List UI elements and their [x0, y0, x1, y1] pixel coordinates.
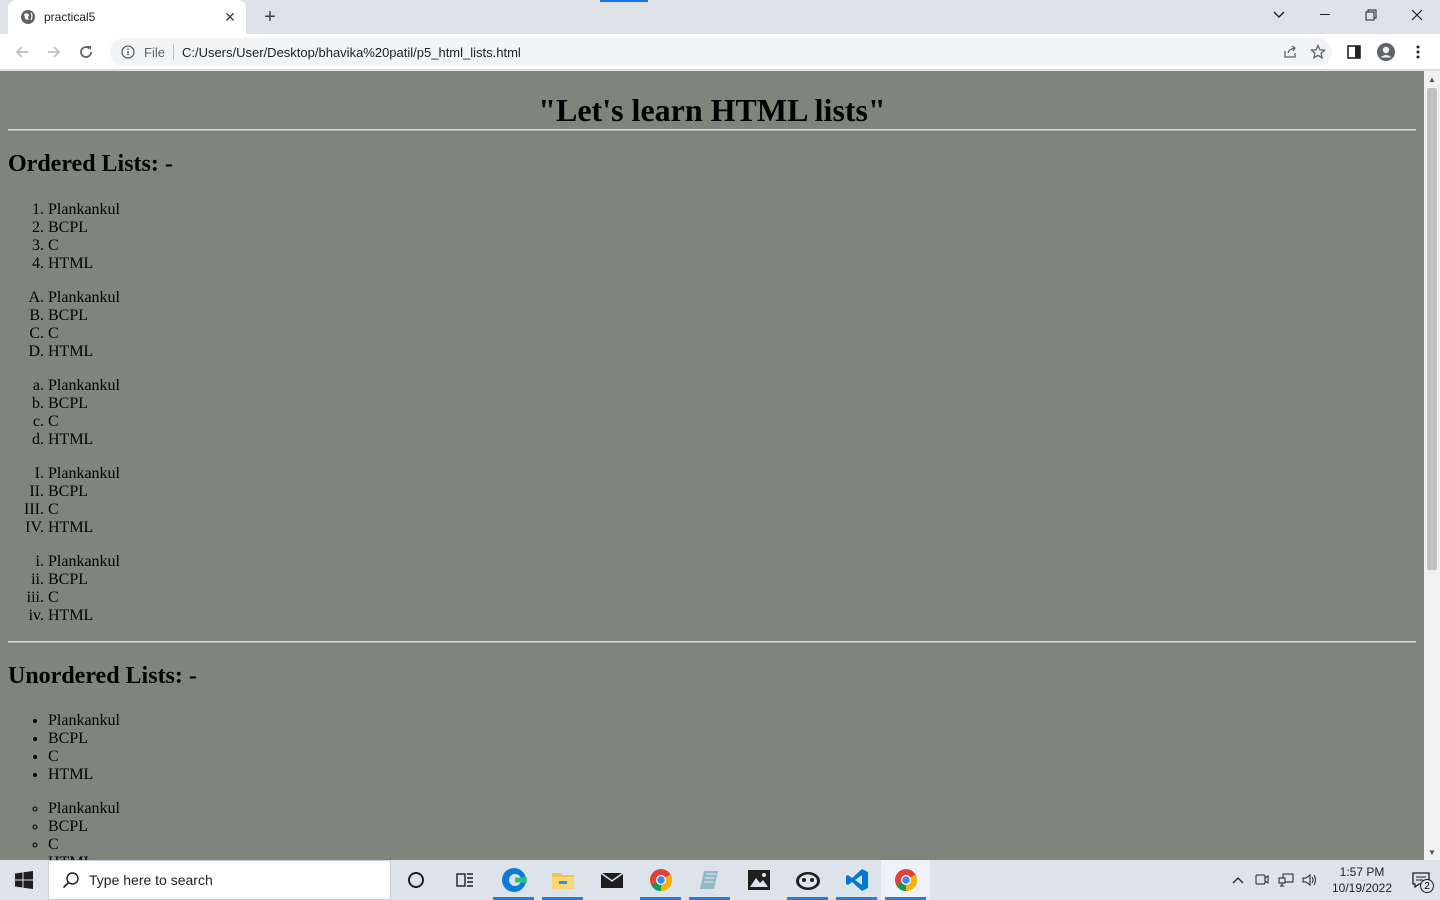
restore-button[interactable]	[1348, 0, 1394, 30]
ordered-list: PlankankulBCPLCHTML	[8, 201, 1416, 273]
url-scheme-label: File	[144, 44, 165, 60]
clock-time: 1:57 PM	[1339, 865, 1385, 879]
list-item: Plankankul	[48, 377, 1416, 395]
scroll-down-arrow-icon[interactable]: ▼	[1424, 844, 1440, 860]
chrome-active-icon[interactable]	[881, 860, 930, 900]
list-item: C	[48, 413, 1416, 431]
list-item: Plankankul	[48, 800, 1416, 818]
ordered-lists: PlankankulBCPLCHTMLPlankankulBCPLCHTMLPl…	[8, 201, 1416, 625]
game-app-icon[interactable]	[783, 860, 832, 900]
forward-arrow-icon[interactable]	[40, 38, 68, 66]
minimize-button[interactable]	[1302, 0, 1348, 30]
list-item: Plankankul	[48, 465, 1416, 483]
list-item: C	[48, 836, 1416, 854]
list-item: BCPL	[48, 307, 1416, 325]
side-panel-icon[interactable]	[1340, 38, 1368, 66]
list-item: HTML	[48, 255, 1416, 273]
system-tray: 1:57 PM 10/19/2022 2	[1226, 860, 1440, 900]
menu-kebab-icon[interactable]	[1404, 38, 1432, 66]
taskbar-search-box[interactable]: Type here to search	[48, 860, 391, 900]
list-item: Plankankul	[48, 712, 1416, 730]
list-item: BCPL	[48, 818, 1416, 836]
chevron-up-icon[interactable]	[1226, 860, 1250, 900]
list-item: Plankankul	[48, 201, 1416, 219]
list-item: BCPL	[48, 571, 1416, 589]
close-window-button[interactable]	[1394, 0, 1440, 30]
search-placeholder: Type here to search	[89, 872, 213, 888]
clock[interactable]: 1:57 PM 10/19/2022	[1328, 864, 1396, 896]
list-item: HTML	[48, 766, 1416, 784]
omnibox-divider	[172, 44, 174, 60]
back-arrow-icon[interactable]	[8, 38, 36, 66]
notepad-app-icon[interactable]	[685, 860, 734, 900]
list-item: Plankankul	[48, 553, 1416, 571]
list-item: BCPL	[48, 395, 1416, 413]
volume-icon[interactable]	[1298, 860, 1322, 900]
tab-title: practical5	[44, 10, 96, 24]
edge-browser-icon[interactable]	[489, 860, 538, 900]
list-item: BCPL	[48, 483, 1416, 501]
horizontal-rule	[8, 129, 1416, 131]
new-tab-button[interactable]: +	[258, 6, 282, 28]
page-title: "Let's learn HTML lists"	[538, 92, 886, 128]
task-view-icon[interactable]	[440, 860, 489, 900]
page-viewport: "Let's learn HTML lists" Ordered Lists: …	[0, 71, 1424, 860]
browser-tab[interactable]: practical5 ✕	[8, 0, 246, 34]
notification-count-badge: 2	[1420, 879, 1434, 893]
browser-toolbar: File C:/Users/User/Desktop/bhavika%20pat…	[0, 34, 1440, 70]
meet-now-icon[interactable]	[1250, 860, 1274, 900]
list-item: C	[48, 237, 1416, 255]
url-text[interactable]: C:/Users/User/Desktop/bhavika%20patil/p5…	[182, 45, 1276, 60]
tab-strip: practical5 ✕ +	[0, 0, 1440, 34]
list-item: Plankankul	[48, 289, 1416, 307]
ordered-lists-heading: Ordered Lists: -	[8, 151, 173, 177]
page-content: "Let's learn HTML lists" Ordered Lists: …	[0, 92, 1424, 860]
reload-icon[interactable]	[72, 38, 100, 66]
list-item: HTML	[48, 431, 1416, 449]
list-item: HTML	[48, 607, 1416, 625]
vertical-scrollbar[interactable]: ▲ ▼	[1424, 71, 1440, 860]
windows-taskbar: Type here to search 1:57 PM 10/19/2022 2	[0, 860, 1440, 900]
list-item: BCPL	[48, 219, 1416, 237]
tab-close-icon[interactable]: ✕	[220, 7, 240, 27]
address-bar[interactable]: File C:/Users/User/Desktop/bhavika%20pat…	[110, 38, 1332, 66]
file-explorer-icon[interactable]	[538, 860, 587, 900]
list-item: BCPL	[48, 730, 1416, 748]
mail-icon[interactable]	[587, 860, 636, 900]
profile-avatar-icon[interactable]	[1372, 38, 1400, 66]
globe-icon	[20, 9, 36, 25]
list-item: C	[48, 589, 1416, 607]
cortana-icon[interactable]	[391, 860, 440, 900]
vscode-icon[interactable]	[832, 860, 881, 900]
ordered-list: PlankankulBCPLCHTML	[8, 289, 1416, 361]
unordered-list: PlankankulBCPLCHTML	[8, 712, 1416, 784]
chrome-icon[interactable]	[636, 860, 685, 900]
ordered-list: PlankankulBCPLCHTML	[8, 377, 1416, 449]
network-icon[interactable]	[1274, 860, 1298, 900]
unordered-list: PlankankulBCPLCHTML	[8, 800, 1416, 860]
bookmark-star-icon[interactable]	[1304, 38, 1332, 66]
list-item: C	[48, 325, 1416, 343]
scroll-up-arrow-icon[interactable]: ▲	[1424, 71, 1440, 87]
unordered-lists-heading: Unordered Lists: -	[8, 663, 197, 689]
share-icon[interactable]	[1276, 38, 1304, 66]
list-item: HTML	[48, 519, 1416, 537]
tab-search-chevron-icon[interactable]	[1256, 0, 1302, 30]
list-item: HTML	[48, 343, 1416, 361]
horizontal-rule	[8, 641, 1416, 643]
scrollbar-thumb[interactable]	[1427, 88, 1437, 570]
ordered-list: PlankankulBCPLCHTML	[8, 553, 1416, 625]
ordered-list: PlankankulBCPLCHTML	[8, 465, 1416, 537]
tabstrip-accent	[600, 0, 648, 2]
unordered-lists: PlankankulBCPLCHTMLPlankankulBCPLCHTML	[8, 712, 1416, 860]
photos-icon[interactable]	[734, 860, 783, 900]
windows-start-icon[interactable]	[0, 860, 48, 900]
info-icon[interactable]	[120, 44, 136, 60]
search-icon	[61, 870, 81, 890]
clock-date: 10/19/2022	[1331, 881, 1393, 895]
notification-center-icon[interactable]: 2	[1402, 860, 1440, 900]
list-item: C	[48, 748, 1416, 766]
list-item: C	[48, 501, 1416, 519]
